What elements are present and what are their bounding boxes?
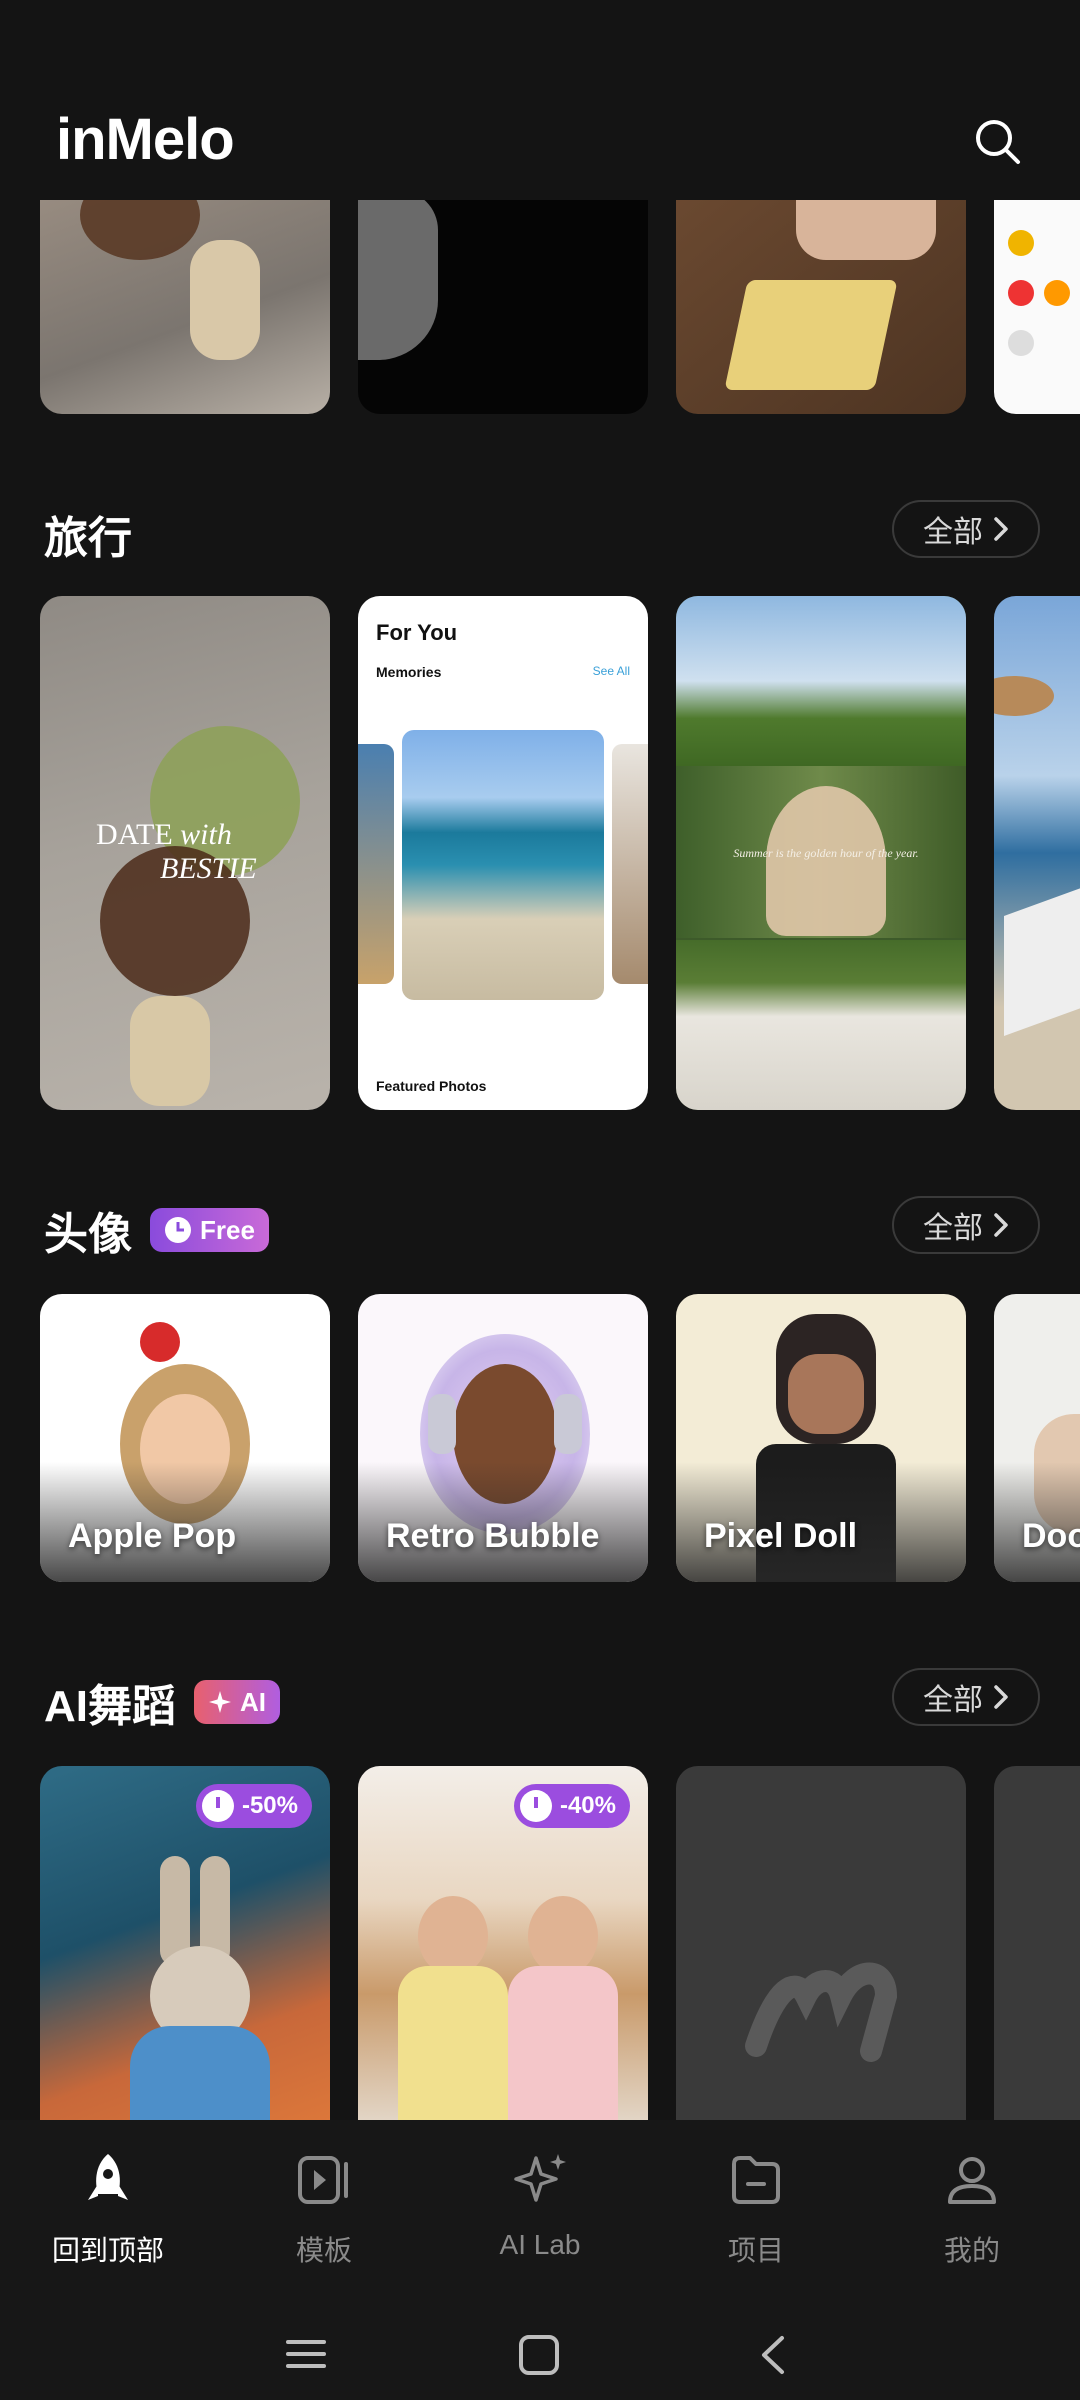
discount-label: -40% [559, 1792, 616, 1819]
travel-all-button[interactable]: 全部 [892, 500, 1040, 558]
chevron-right-icon [994, 1685, 1008, 1709]
top-rail [0, 200, 1080, 416]
top-card-4[interactable] [994, 200, 1080, 414]
profile-icon [948, 2157, 996, 2204]
travel-card-date-bestie[interactable]: DATE with BESTIE [40, 596, 330, 1110]
section-title-ai-dance: AI舞蹈 [44, 1682, 176, 1731]
nav-label: AI Lab [499, 2229, 581, 2260]
travel-card-for-you[interactable]: For You Memories See All Featured Photos [358, 596, 648, 1110]
avatar-card-label: Apple Pop [68, 1517, 237, 1555]
nav-label: 我的 [943, 2235, 1000, 2266]
avatar-card-apple-pop[interactable]: Apple Pop [40, 1294, 330, 1582]
home-icon[interactable] [518, 2334, 560, 2376]
nav-item-top[interactable]: 回到顶部 [18, 2150, 198, 2269]
system-nav-bar [0, 2310, 1080, 2400]
clock-icon [519, 1790, 552, 1822]
sparkle-icon [514, 2154, 566, 2202]
inmelo-placeholder-icon [745, 1962, 898, 2062]
nav-label: 模板 [295, 2235, 352, 2266]
top-card-2[interactable] [358, 200, 648, 414]
search-button[interactable] [972, 116, 1024, 168]
discount-badge: -40% [513, 1784, 630, 1828]
clock-icon [201, 1790, 234, 1822]
nav-item-projects[interactable]: 项目 [666, 2150, 846, 2269]
template-icon [298, 2156, 348, 2204]
avatar-all-button[interactable]: 全部 [892, 1196, 1040, 1254]
section-title-avatar: 头像 [44, 1210, 132, 1259]
nav-label: 回到顶部 [51, 2235, 164, 2266]
all-label: 全部 [923, 1212, 983, 1245]
featured-photos-label: Featured Photos [376, 1078, 487, 1094]
chevron-right-icon [994, 517, 1008, 541]
dance-card-rabbit[interactable]: -50% [40, 1766, 330, 2120]
nav-item-me[interactable]: 我的 [882, 2150, 1062, 2269]
avatar-card-label: Retro Bubble [386, 1517, 600, 1555]
section-title-travel: 旅行 [44, 514, 132, 563]
avatar-card-pixel-doll[interactable]: Pixel Doll [676, 1294, 966, 1582]
dance-card-kids[interactable]: -40% [358, 1766, 648, 2120]
date-word: DATE [96, 818, 173, 851]
travel-card-summer[interactable]: Summer is the golden hour of the year. [676, 596, 966, 1110]
avatar-card-label: Pixel Doll [704, 1517, 858, 1555]
dance-card-placeholder-2[interactable] [994, 1766, 1080, 2120]
free-badge: Free [150, 1208, 269, 1252]
folder-icon [732, 2156, 780, 2204]
discount-badge: -50% [195, 1784, 312, 1828]
chevron-right-icon [994, 1213, 1008, 1237]
summer-quote: Summer is the golden hour of the year. [733, 846, 919, 860]
sparkle-icon [209, 1691, 231, 1713]
ai-dance-all-button[interactable]: 全部 [892, 1668, 1040, 1726]
all-label: 全部 [923, 1684, 983, 1717]
memories-label: Memories [376, 664, 442, 680]
avatar-card-label: Doo [1022, 1517, 1080, 1555]
discount-label: -50% [241, 1792, 298, 1819]
avatar-card-doo[interactable]: Doo [994, 1294, 1080, 1582]
travel-rail: DATE with BESTIE For You Memories See Al… [0, 596, 1080, 1112]
all-label: 全部 [923, 516, 983, 549]
ai-badge: AI [194, 1680, 280, 1724]
travel-card-beach[interactable] [994, 596, 1080, 1110]
see-all-link[interactable]: See All [593, 664, 630, 678]
top-card-1[interactable] [40, 200, 330, 414]
top-card-3[interactable] [676, 200, 966, 414]
app-logo: inMelo [56, 107, 235, 172]
dance-card-placeholder[interactable] [676, 1766, 966, 2120]
bestie-word: BESTIE [160, 852, 257, 885]
nav-label: 项目 [727, 2235, 784, 2266]
avatar-card-retro-bubble[interactable]: Retro Bubble [358, 1294, 648, 1582]
avatar-rail: Apple Pop Retro Bubble Pixel Doll Doo [0, 1294, 1080, 1584]
for-you-title: For You [376, 620, 458, 645]
search-icon [976, 120, 1020, 164]
nav-item-templates[interactable]: 模板 [234, 2150, 414, 2269]
nav-item-ai-lab[interactable]: AI Lab [450, 2150, 630, 2261]
with-word: with [180, 818, 232, 851]
back-icon[interactable] [758, 2334, 788, 2376]
bottom-nav: 回到顶部 模板 AI Lab 项目 我的 [0, 2120, 1080, 2310]
ai-badge-label: AI [240, 1686, 266, 1717]
menu-icon[interactable] [286, 2334, 326, 2374]
ai-dance-rail: -50% -40% [0, 1766, 1080, 2120]
clock-icon [165, 1217, 191, 1243]
free-badge-label: Free [200, 1214, 255, 1245]
rocket-icon [88, 2154, 128, 2200]
